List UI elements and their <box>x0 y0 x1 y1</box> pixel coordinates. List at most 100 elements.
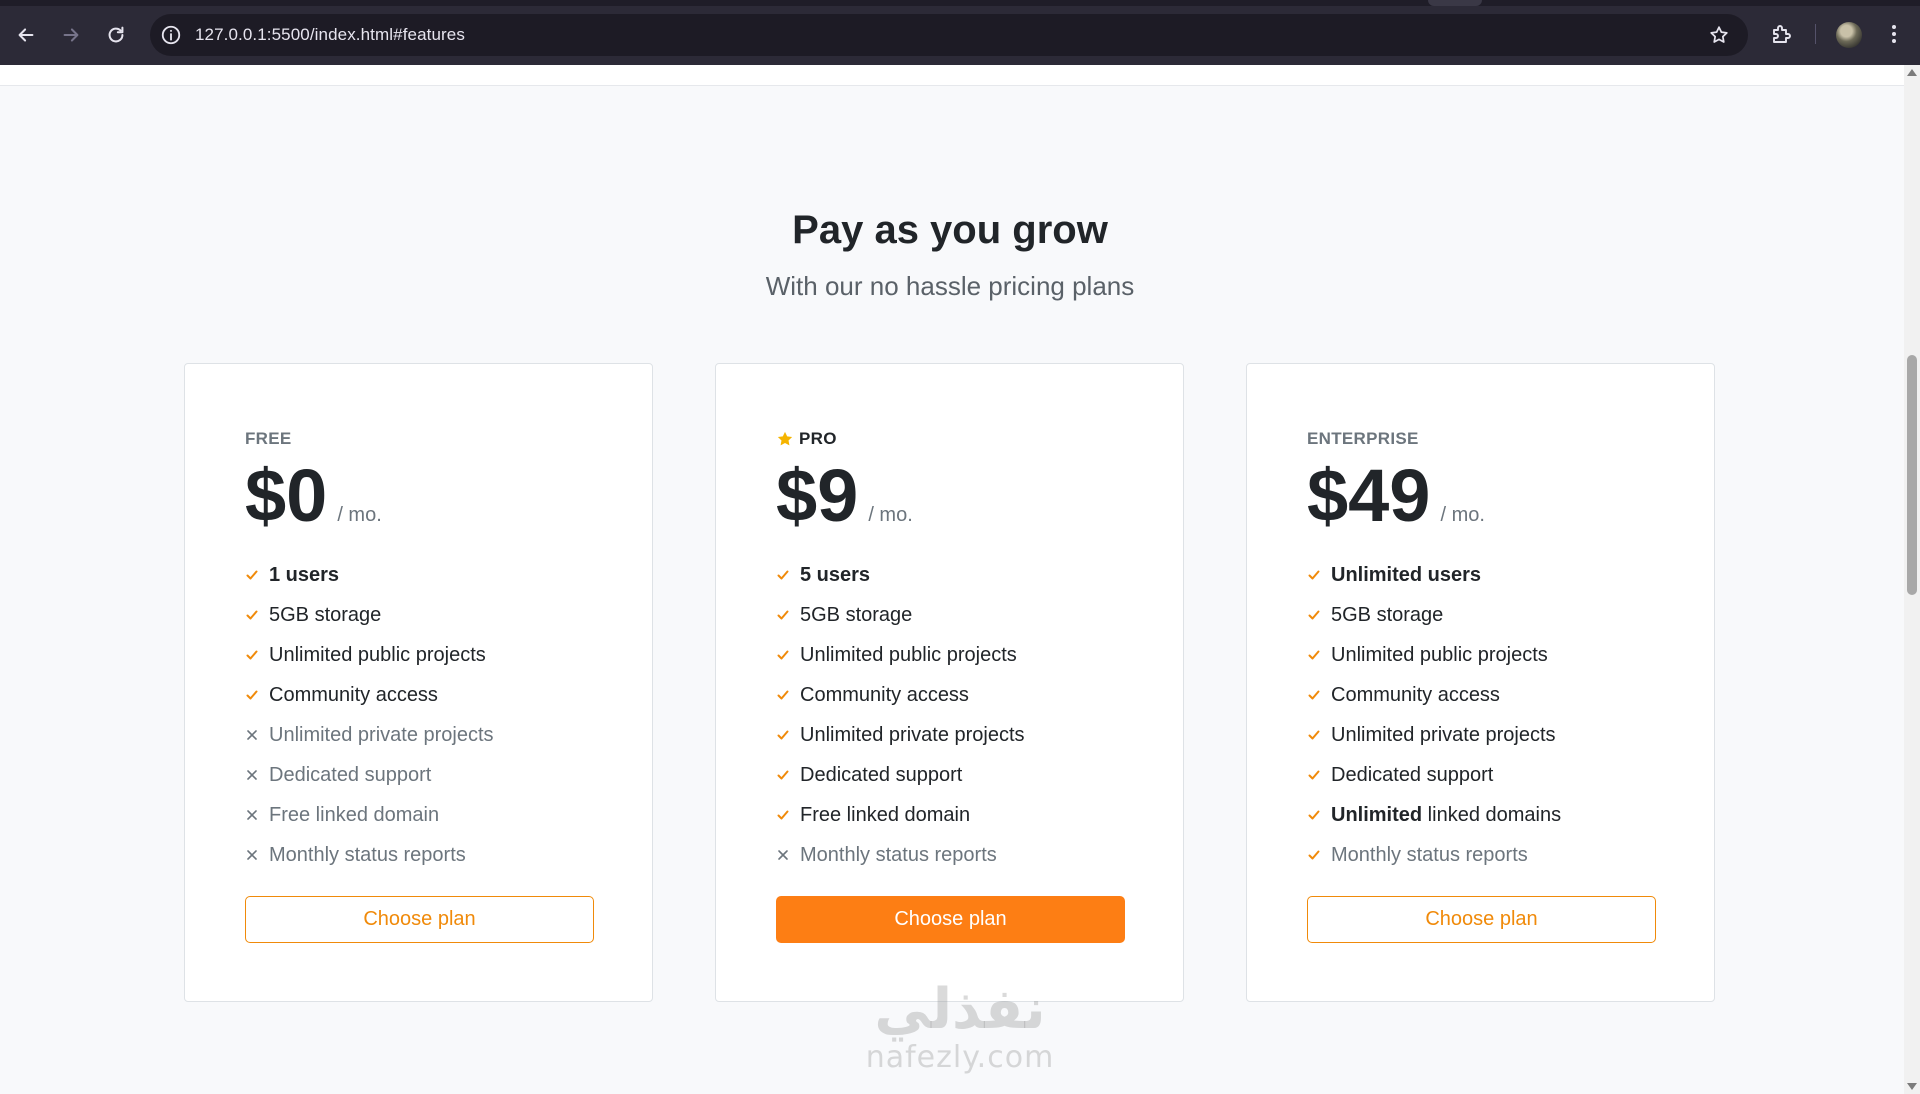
feature-item-excluded: Dedicated support <box>245 755 615 795</box>
feature-bold-text: 1 users <box>269 563 340 586</box>
scroll-down-arrow-icon[interactable] <box>1907 1083 1917 1090</box>
feature-text: Dedicated support <box>800 763 963 786</box>
check-icon <box>776 608 800 622</box>
feature-item-excluded: Unlimited private projects <box>245 715 615 755</box>
feature-item: Community access <box>1307 675 1677 715</box>
check-icon <box>245 608 269 622</box>
check-icon <box>1307 608 1331 622</box>
watermark-latin-text: nafezly.com <box>865 1040 1055 1075</box>
check-icon <box>776 728 800 742</box>
bookmark-star-icon[interactable] <box>1708 24 1730 46</box>
feature-text: 5GB storage <box>800 603 913 626</box>
back-icon[interactable] <box>9 18 43 52</box>
choose-plan-pro-button[interactable]: Choose plan <box>776 896 1125 943</box>
check-icon <box>1307 768 1331 782</box>
price-period: / mo. <box>337 504 382 526</box>
feature-text: Dedicated support <box>269 763 432 786</box>
feature-item: 5 users <box>776 555 1146 595</box>
cross-icon <box>245 808 269 822</box>
feature-text: Unlimited private projects <box>1331 723 1556 746</box>
plan-tier: ENTERPRISE <box>1307 429 1419 449</box>
feature-text: Community access <box>1331 683 1500 706</box>
feature-item: Unlimited public projects <box>245 635 615 675</box>
check-icon <box>776 768 800 782</box>
plan-price: $9 / mo. <box>776 459 913 533</box>
feature-item: Unlimited linked domains <box>1307 795 1677 835</box>
check-icon <box>1307 848 1331 862</box>
feature-item: Free linked domain <box>776 795 1146 835</box>
feature-item: Community access <box>776 675 1146 715</box>
feature-item-excluded: Monthly status reports <box>776 835 1146 875</box>
section-title: Pay as you grow <box>792 208 1108 252</box>
check-icon <box>245 688 269 702</box>
toolbar-divider <box>1815 24 1816 44</box>
feature-item: Unlimited private projects <box>776 715 1146 755</box>
star-icon <box>776 430 794 448</box>
cross-icon <box>245 728 269 742</box>
check-icon <box>776 568 800 582</box>
tab-strip-gap <box>1428 0 1482 6</box>
scroll-up-arrow-icon[interactable] <box>1907 69 1917 76</box>
feature-text: 5GB storage <box>269 603 382 626</box>
feature-text: 5GB storage <box>1331 603 1444 626</box>
check-icon <box>1307 808 1331 822</box>
feature-text: linked domains <box>1422 803 1562 826</box>
feature-bold-text: Unlimited users <box>1331 563 1482 586</box>
check-icon <box>776 688 800 702</box>
check-icon <box>245 568 269 582</box>
feature-text: Unlimited public projects <box>269 643 486 666</box>
plan-tier-label: PRO <box>799 429 837 448</box>
watermark: نفذلي nafezly.com <box>850 980 1070 1094</box>
feature-item: 5GB storage <box>1307 595 1677 635</box>
price-amount: $9 <box>776 454 859 537</box>
section-subtitle: With our no hassle pricing plans <box>765 271 1135 301</box>
check-icon <box>776 808 800 822</box>
feature-item: Unlimited public projects <box>1307 635 1677 675</box>
feature-text: Community access <box>269 683 438 706</box>
reload-icon[interactable] <box>99 18 133 52</box>
plan-card-enterprise: ENTERPRISE $49 / mo. Unlimited users 5GB… <box>1246 363 1715 1002</box>
feature-item: Dedicated support <box>1307 755 1677 795</box>
check-icon <box>245 648 269 662</box>
menu-kebab-icon[interactable] <box>1884 22 1904 46</box>
info-icon[interactable] <box>160 24 182 46</box>
check-icon <box>1307 648 1331 662</box>
price-period: / mo. <box>868 504 913 526</box>
feature-list: 1 users 5GB storage Unlimited public pro… <box>245 555 615 875</box>
price-amount: $0 <box>245 454 328 537</box>
feature-text: Free linked domain <box>269 803 440 826</box>
plan-card-pro: PRO $9 / mo. 5 users 5GB storage Unlimit… <box>715 363 1184 1002</box>
choose-plan-free-button[interactable]: Choose plan <box>245 896 594 943</box>
choose-plan-enterprise-button[interactable]: Choose plan <box>1307 896 1656 943</box>
feature-text: Free linked domain <box>800 803 971 826</box>
feature-item: Unlimited users <box>1307 555 1677 595</box>
feature-text: Dedicated support <box>1331 763 1494 786</box>
address-bar[interactable]: 127.0.0.1:5500/index.html#features <box>150 14 1748 56</box>
feature-text: Community access <box>800 683 969 706</box>
extensions-icon[interactable] <box>1770 22 1794 46</box>
feature-text: Monthly status reports <box>269 843 466 866</box>
check-icon <box>1307 728 1331 742</box>
price-period: / mo. <box>1440 504 1485 526</box>
feature-text: Unlimited private projects <box>800 723 1025 746</box>
feature-item-excluded: Monthly status reports <box>245 835 615 875</box>
watermark-arabic-text: نفذلي <box>874 977 1046 1042</box>
url-text[interactable]: 127.0.0.1:5500/index.html#features <box>195 25 465 45</box>
avatar[interactable] <box>1836 22 1862 48</box>
page-scrollbar[interactable] <box>1904 65 1920 1094</box>
site-navbar-edge <box>0 65 1904 86</box>
feature-list: Unlimited users 5GB storage Unlimited pu… <box>1307 555 1677 875</box>
feature-item-excluded: Free linked domain <box>245 795 615 835</box>
plan-tier-label: ENTERPRISE <box>1307 429 1419 448</box>
feature-item: 5GB storage <box>776 595 1146 635</box>
feature-text: Unlimited public projects <box>1331 643 1548 666</box>
check-icon <box>776 648 800 662</box>
scrollbar-thumb[interactable] <box>1907 355 1917 595</box>
check-icon <box>1307 688 1331 702</box>
forward-icon[interactable] <box>54 18 88 52</box>
feature-bold-text: Unlimited <box>1331 803 1423 826</box>
feature-text: Unlimited private projects <box>269 723 494 746</box>
feature-bold-text: 5 users <box>800 563 871 586</box>
browser-toolbar: 127.0.0.1:5500/index.html#features <box>0 0 1920 65</box>
feature-text: Monthly status reports <box>800 843 997 866</box>
